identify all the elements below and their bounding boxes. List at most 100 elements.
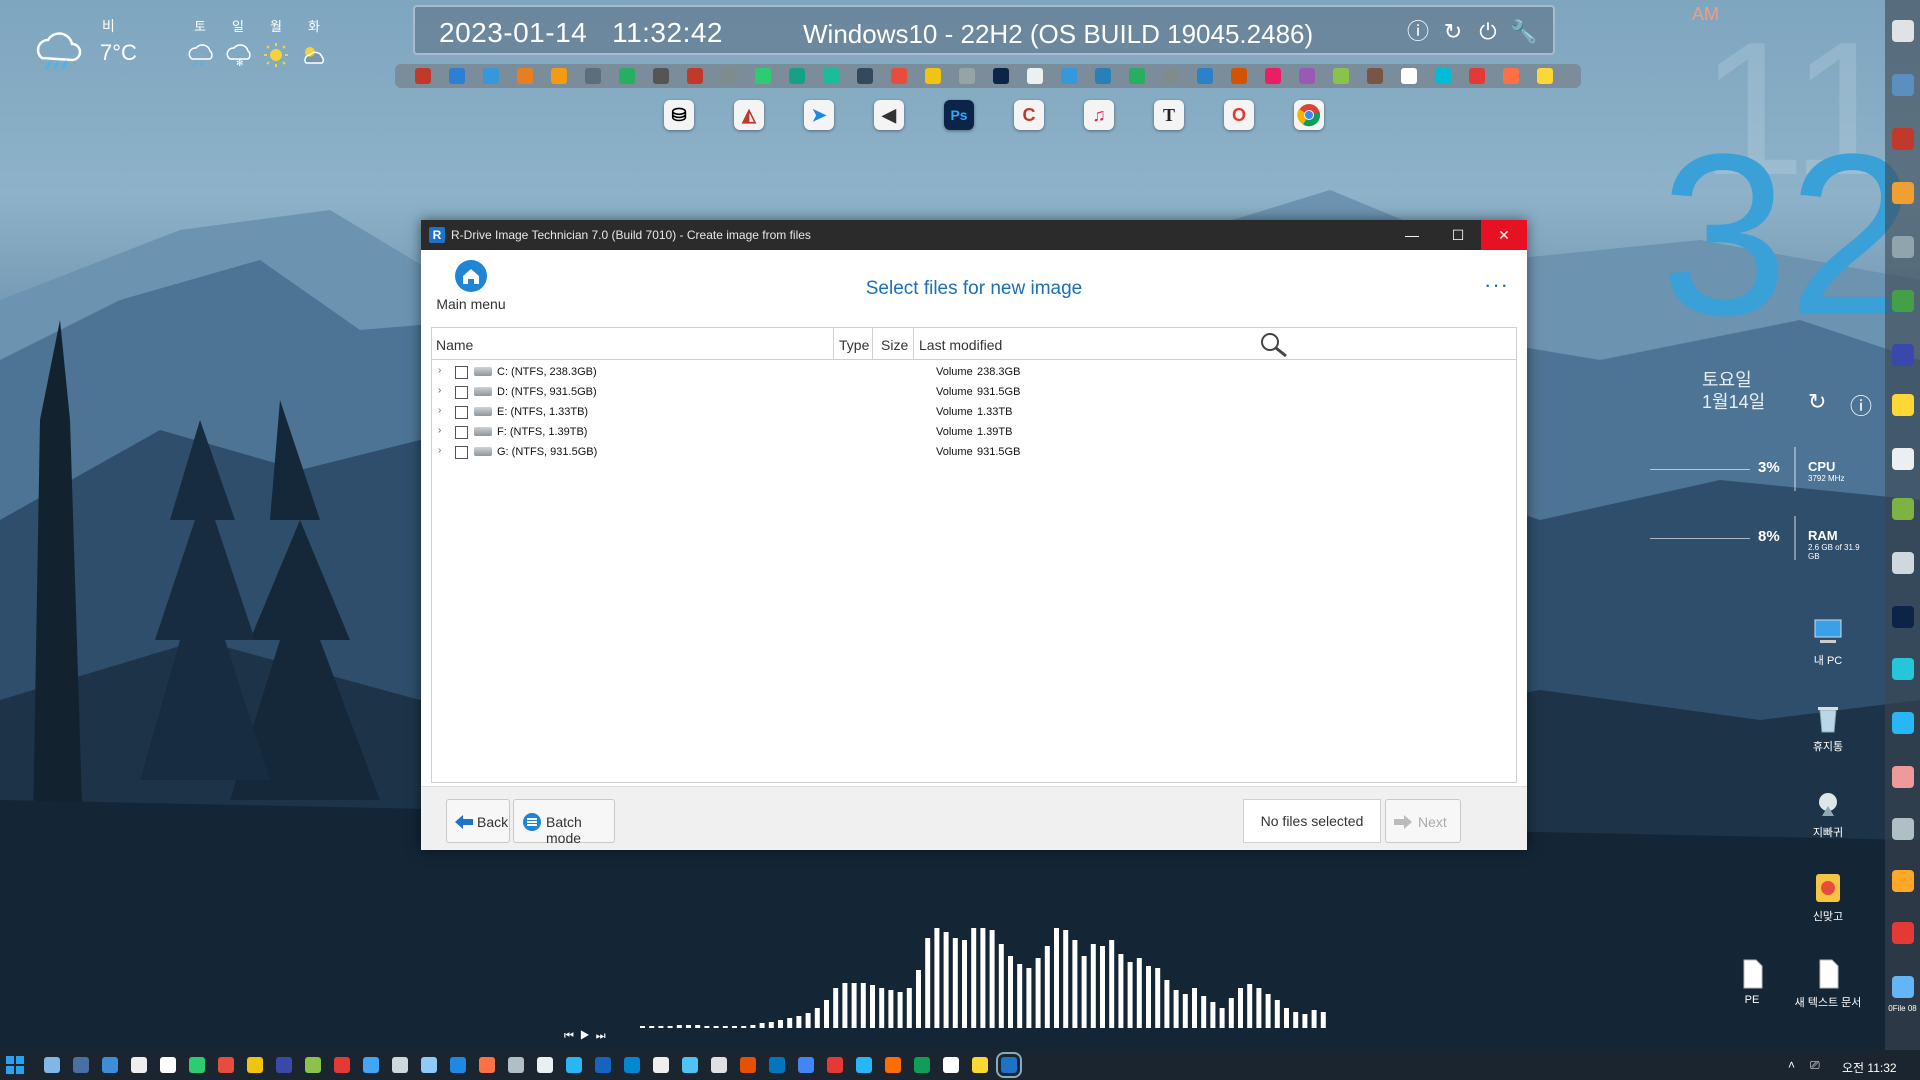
desktop-icon-bird-app[interactable]: 지빠귀 <box>1790 788 1866 840</box>
column-type[interactable]: Type <box>839 337 869 353</box>
app-icon[interactable] <box>711 1057 727 1073</box>
column-size[interactable]: Size <box>881 337 908 353</box>
opera-icon[interactable] <box>827 1057 843 1073</box>
app-icon[interactable] <box>1333 68 1349 84</box>
app-icon[interactable] <box>189 1057 205 1073</box>
desktop-icon-recycle-bin[interactable]: 휴지통 <box>1790 702 1866 754</box>
app-icon[interactable] <box>959 68 975 84</box>
app-icon[interactable] <box>334 1057 350 1073</box>
app-icon[interactable] <box>619 68 635 84</box>
app-icon[interactable] <box>415 68 431 84</box>
app-icon[interactable] <box>392 1057 408 1073</box>
batch-mode-button[interactable]: Batch mode <box>513 799 615 846</box>
wrench-icon[interactable]: 🔧 <box>1510 19 1537 45</box>
app-icon[interactable] <box>1892 870 1914 892</box>
table-row[interactable]: › E: (NTFS, 1.33TB) Volume 1.33TB <box>432 402 1516 422</box>
app-icon[interactable] <box>1197 68 1213 84</box>
refresh-icon[interactable]: ↻ <box>1440 19 1466 45</box>
column-divider[interactable] <box>833 328 834 360</box>
app-icon[interactable] <box>479 1057 495 1073</box>
app-icon[interactable] <box>769 1057 785 1073</box>
app-icon[interactable] <box>305 1057 321 1073</box>
row-checkbox[interactable] <box>455 366 468 379</box>
column-divider[interactable] <box>872 328 873 360</box>
row-checkbox[interactable] <box>455 446 468 459</box>
app-icon[interactable] <box>1892 976 1914 998</box>
app-icon[interactable] <box>508 1057 524 1073</box>
app-icon[interactable] <box>1892 344 1914 366</box>
app-icon[interactable] <box>1892 658 1914 680</box>
app-icon[interactable] <box>450 1057 466 1073</box>
photoshop-icon[interactable] <box>993 68 1009 84</box>
app-icon[interactable] <box>1469 68 1485 84</box>
taskbar-clock[interactable]: 오전 11:32 <box>1842 1059 1897 1076</box>
app-icon[interactable] <box>1892 712 1914 734</box>
chrome-icon[interactable] <box>1294 100 1324 130</box>
app-icon[interactable] <box>943 1057 959 1073</box>
text-app-icon[interactable]: T <box>1154 100 1184 130</box>
app-icon[interactable] <box>276 1057 292 1073</box>
app-icon[interactable] <box>1537 68 1553 84</box>
paper-plane-icon[interactable]: ◀ <box>874 100 904 130</box>
expand-chevron-icon[interactable]: › <box>438 425 441 436</box>
app-icon[interactable] <box>798 1057 814 1073</box>
next-button[interactable]: Next <box>1385 799 1461 843</box>
app-icon[interactable] <box>131 1057 147 1073</box>
app-icon[interactable] <box>1892 818 1914 840</box>
column-name[interactable]: Name <box>436 337 473 353</box>
expand-chevron-icon[interactable]: › <box>438 445 441 456</box>
app-icon[interactable] <box>1503 68 1519 84</box>
more-options-button[interactable]: ··· <box>1484 272 1509 298</box>
app-icon[interactable] <box>1892 448 1914 470</box>
expand-chevron-icon[interactable]: › <box>438 405 441 416</box>
app-icon[interactable] <box>857 68 873 84</box>
app-icon[interactable] <box>653 1057 669 1073</box>
minimize-button[interactable]: — <box>1389 220 1435 250</box>
app-icon[interactable] <box>247 1057 263 1073</box>
arrow-app-icon[interactable]: ➤ <box>804 100 834 130</box>
back-button[interactable]: Back <box>446 799 510 843</box>
network-icon[interactable]: ⎚ <box>1810 1058 1820 1073</box>
desktop-icon-pe[interactable]: PE <box>1714 958 1790 1006</box>
table-row[interactable]: › C: (NTFS, 238.3GB) Volume 238.3GB <box>432 362 1516 382</box>
photoshop-icon[interactable] <box>1892 606 1914 628</box>
app-icon[interactable] <box>73 1057 89 1073</box>
table-row[interactable]: › F: (NTFS, 1.39TB) Volume 1.39TB <box>432 422 1516 442</box>
desktop-icon-new-text[interactable]: 새 텍스트 문서 <box>1790 958 1866 1010</box>
app-icon[interactable] <box>856 1057 872 1073</box>
maximize-button[interactable]: ☐ <box>1435 220 1481 250</box>
app-icon[interactable] <box>740 1057 756 1073</box>
app-icon[interactable] <box>1892 290 1914 312</box>
app-icon[interactable] <box>653 68 669 84</box>
desktop-icon-card-game[interactable]: 신맞고 <box>1790 872 1866 924</box>
column-modified[interactable]: Last modified <box>919 337 1002 353</box>
app-icon[interactable] <box>1892 20 1914 42</box>
app-icon[interactable] <box>891 68 907 84</box>
close-button[interactable]: ✕ <box>1481 220 1527 250</box>
app-icon[interactable] <box>483 68 499 84</box>
row-checkbox[interactable] <box>455 426 468 439</box>
app-icon[interactable] <box>551 68 567 84</box>
column-divider[interactable] <box>913 328 914 360</box>
expand-chevron-icon[interactable]: › <box>438 365 441 376</box>
app-icon[interactable] <box>1299 68 1315 84</box>
app-icon[interactable] <box>1892 182 1914 204</box>
refresh-icon[interactable]: ↻ <box>1808 389 1826 415</box>
app-icon[interactable] <box>363 1057 379 1073</box>
edge-icon[interactable] <box>914 1057 930 1073</box>
app-icon[interactable] <box>721 68 737 84</box>
app-icon[interactable] <box>687 68 703 84</box>
disk-icon[interactable]: ⛁ <box>664 100 694 130</box>
app-icon[interactable] <box>102 1057 118 1073</box>
app-icon[interactable] <box>1892 74 1914 96</box>
app-icon[interactable] <box>1027 68 1043 84</box>
app-icon[interactable] <box>449 68 465 84</box>
app-icon[interactable] <box>566 1057 582 1073</box>
app-icon[interactable] <box>1095 68 1111 84</box>
app-icon[interactable] <box>595 1057 611 1073</box>
tray-chevron-icon[interactable]: ˄ <box>1788 1058 1795 1072</box>
desktop-icon-my-pc[interactable]: 내 PC <box>1790 616 1866 668</box>
ccleaner-icon[interactable]: C <box>1014 100 1044 130</box>
app-icon[interactable] <box>755 68 771 84</box>
app-icon[interactable] <box>1435 68 1451 84</box>
